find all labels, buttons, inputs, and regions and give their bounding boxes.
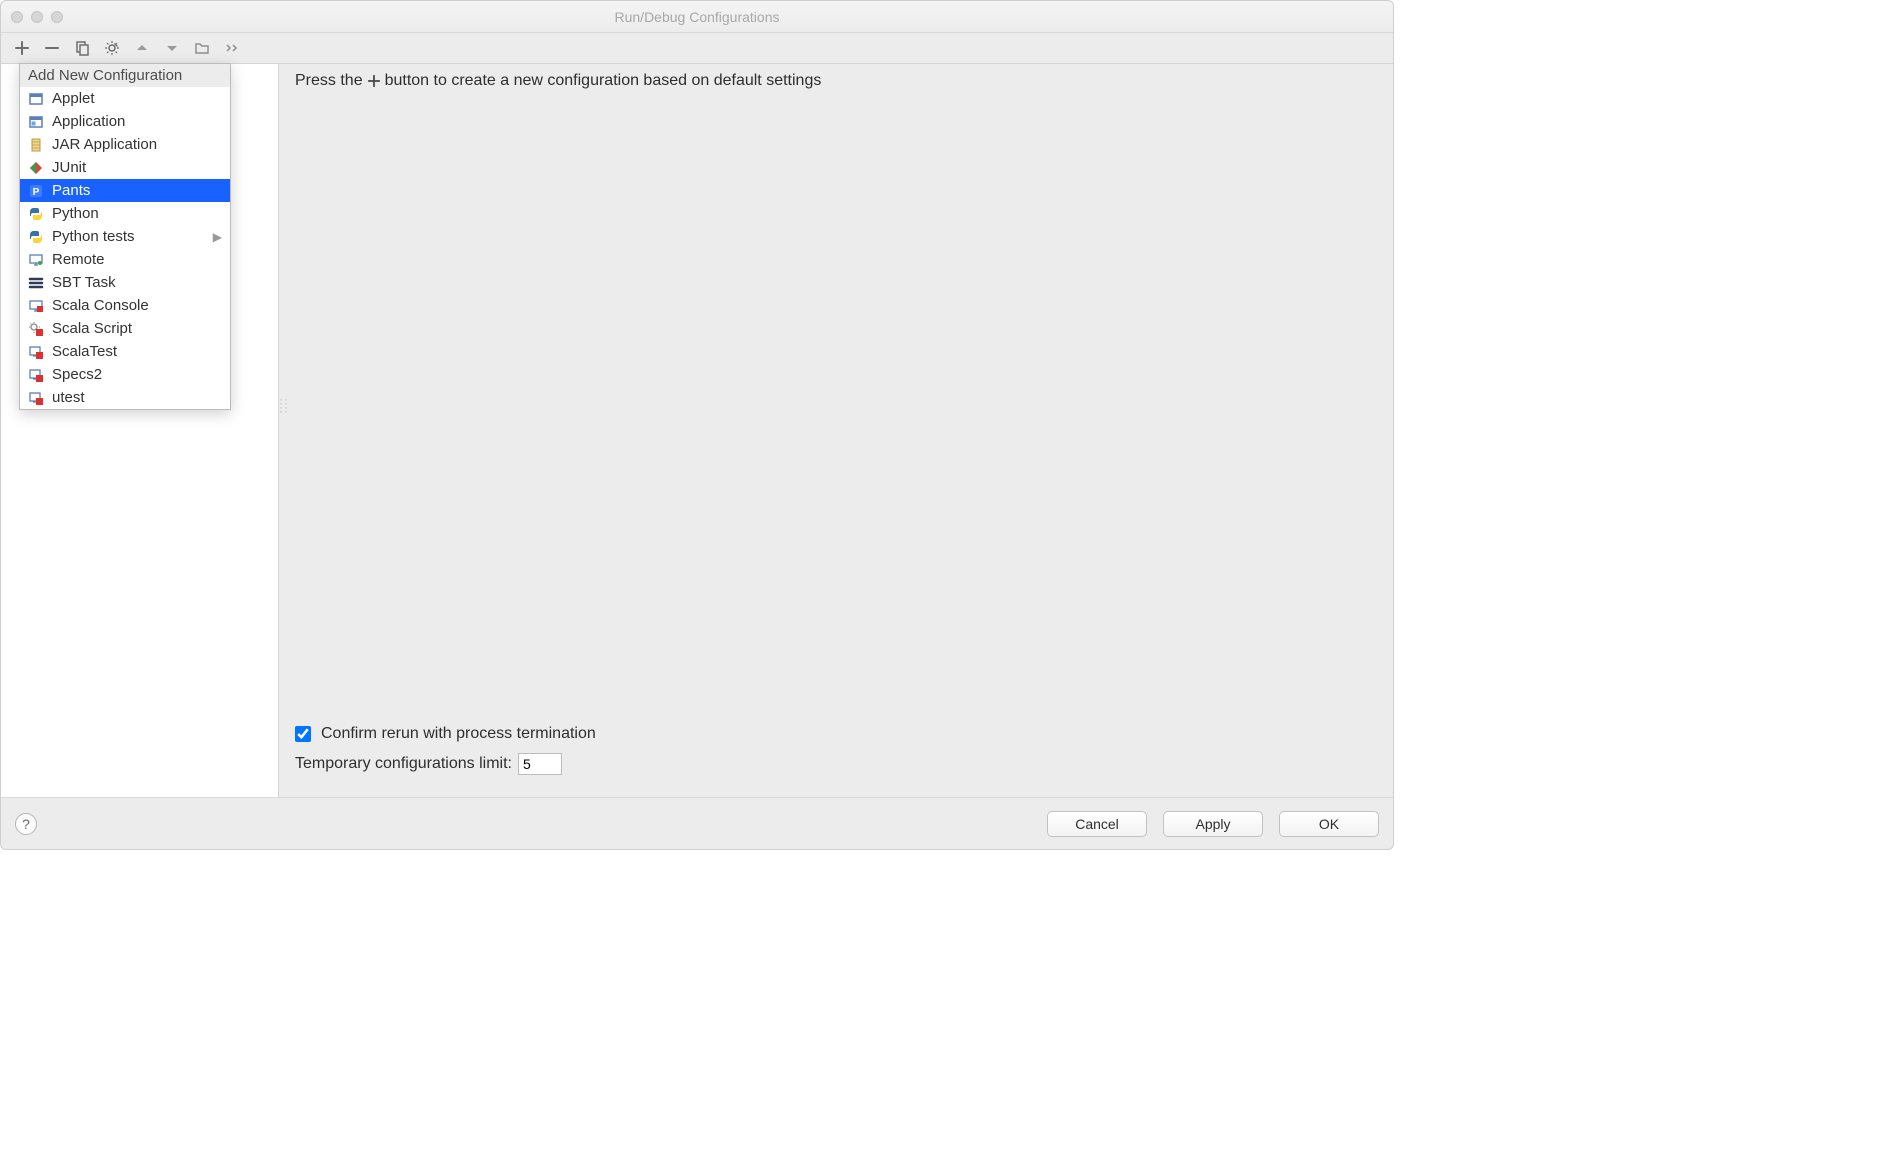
popup-item-scalatest[interactable]: ScalaTest [20, 340, 230, 363]
hint-prefix: Press the [295, 72, 363, 90]
window-controls [11, 11, 63, 23]
remove-configuration-button[interactable] [41, 37, 63, 59]
junit-icon [28, 160, 44, 176]
zoom-window-icon[interactable] [51, 11, 63, 23]
folder-button[interactable] [191, 37, 213, 59]
config-details: Press the button to create a new configu… [279, 64, 1393, 797]
popup-item-applet[interactable]: Applet [20, 87, 230, 110]
apply-button[interactable]: Apply [1163, 811, 1263, 837]
popup-item-jar-application[interactable]: JAR Application [20, 133, 230, 156]
popup-item-junit[interactable]: JUnit [20, 156, 230, 179]
scalatest-icon [28, 344, 44, 360]
expand-toolbar-button[interactable] [221, 37, 243, 59]
popup-item-scala-console[interactable]: Scala Console [20, 294, 230, 317]
popup-item-label: ScalaTest [52, 343, 222, 360]
ok-button[interactable]: OK [1279, 811, 1379, 837]
window-title: Run/Debug Configurations [1, 9, 1393, 25]
scalatest-icon [28, 367, 44, 383]
titlebar: Run/Debug Configurations [1, 1, 1393, 33]
submenu-arrow-icon: ▶ [213, 230, 222, 244]
edit-defaults-button[interactable] [101, 37, 123, 59]
popup-item-label: Application [52, 113, 222, 130]
python-icon [28, 206, 44, 222]
confirm-rerun-checkbox[interactable] [295, 726, 311, 742]
popup-item-scala-script[interactable]: Scala Script [20, 317, 230, 340]
app-icon [28, 114, 44, 130]
temp-limit-label: Temporary configurations limit: [295, 755, 512, 773]
popup-item-label: Scala Console [52, 297, 222, 314]
popup-item-pants[interactable]: P Pants [20, 179, 230, 202]
config-toolbar [1, 33, 1393, 63]
confirm-rerun-checkbox-row[interactable]: Confirm rerun with process termination [295, 725, 1377, 743]
move-up-button[interactable] [131, 37, 153, 59]
popup-item-application[interactable]: Application [20, 110, 230, 133]
plus-icon [367, 72, 381, 90]
remote-icon [28, 252, 44, 268]
options-panel: Confirm rerun with process termination T… [295, 725, 1377, 785]
popup-item-python-tests[interactable]: Python tests ▶ [20, 225, 230, 248]
temp-limit-row: Temporary configurations limit: [295, 753, 1377, 775]
popup-item-label: Python tests [52, 228, 205, 245]
add-config-popup: Add New Configuration Applet Application J… [19, 63, 231, 410]
popup-item-python[interactable]: Python [20, 202, 230, 225]
empty-state-hint: Press the button to create a new configu… [295, 72, 1377, 90]
confirm-rerun-label: Confirm rerun with process termination [321, 725, 596, 743]
jar-icon [28, 137, 44, 153]
popup-list: Applet Application JAR Application JUnit P Pa… [20, 87, 230, 409]
popup-item-label: Remote [52, 251, 222, 268]
cancel-button[interactable]: Cancel [1047, 811, 1147, 837]
copy-configuration-button[interactable] [71, 37, 93, 59]
svg-text:P: P [33, 187, 40, 198]
scalatest-icon [28, 390, 44, 406]
popup-item-label: Scala Script [52, 320, 222, 337]
add-configuration-button[interactable] [11, 37, 33, 59]
popup-item-sbt-task[interactable]: SBT Task [20, 271, 230, 294]
move-down-button[interactable] [161, 37, 183, 59]
popup-item-label: Specs2 [52, 366, 222, 383]
popup-item-label: Pants [52, 182, 222, 199]
scala-icon [28, 298, 44, 314]
hint-suffix: button to create a new configuration bas… [385, 72, 822, 90]
popup-title: Add New Configuration [20, 64, 230, 87]
popup-item-utest[interactable]: utest [20, 386, 230, 409]
python-icon [28, 229, 44, 245]
temp-limit-input[interactable] [518, 753, 562, 775]
popup-item-label: Python [52, 205, 222, 222]
minimize-window-icon[interactable] [31, 11, 43, 23]
popup-item-label: SBT Task [52, 274, 222, 291]
popup-item-label: JAR Application [52, 136, 222, 153]
pants-icon: P [28, 183, 44, 199]
close-window-icon[interactable] [11, 11, 23, 23]
dialog-button-bar: ? Cancel Apply OK [1, 797, 1393, 849]
popup-item-specs2[interactable]: Specs2 [20, 363, 230, 386]
popup-item-label: JUnit [52, 159, 222, 176]
help-button[interactable]: ? [15, 813, 37, 835]
applet-icon [28, 91, 44, 107]
popup-item-label: Applet [52, 90, 222, 107]
scalascript-icon [28, 321, 44, 337]
popup-item-remote[interactable]: Remote [20, 248, 230, 271]
popup-item-label: utest [52, 389, 222, 406]
run-debug-config-dialog: Run/Debug Configurations ··· [0, 0, 1394, 850]
sbt-icon [28, 275, 44, 291]
